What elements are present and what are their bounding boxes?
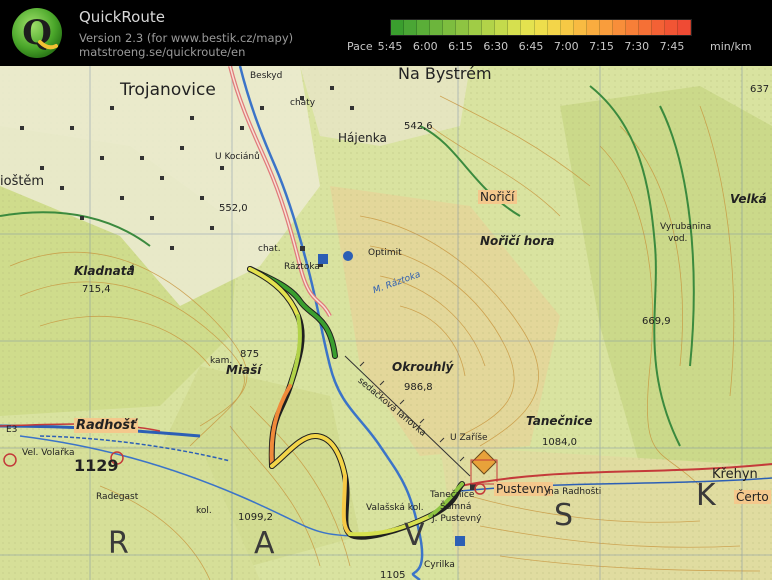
map-label: V bbox=[404, 518, 425, 553]
map-label: Radhošť bbox=[74, 418, 139, 433]
map-label: chat. bbox=[258, 244, 281, 254]
map-label: J. Pustevný bbox=[432, 514, 482, 524]
pace-scale-segment bbox=[651, 20, 665, 35]
map-label: 1105 bbox=[380, 570, 406, 580]
pace-scale-segment bbox=[443, 20, 457, 35]
map-label: Okrouhlý bbox=[392, 360, 454, 374]
pace-tick-label: 6:30 bbox=[483, 40, 509, 53]
map-label: 1099,2 bbox=[238, 512, 273, 523]
map-label: Hájenka bbox=[338, 131, 387, 145]
pace-scale-segment bbox=[521, 20, 535, 35]
map-label: 542,6 bbox=[404, 121, 433, 132]
map-label: Na Bystrém bbox=[398, 66, 492, 83]
pace-tick-label: 6:15 bbox=[448, 40, 473, 53]
map-label: 552,0 bbox=[219, 203, 248, 214]
map-label: Nořičí bbox=[478, 190, 517, 204]
app-title: QuickRoute bbox=[79, 8, 165, 26]
pace-tick-label: 7:00 bbox=[553, 40, 579, 53]
map-label: 1084,0 bbox=[542, 437, 577, 448]
map-label: Radegast bbox=[96, 492, 139, 502]
map-label: Beskyd bbox=[250, 71, 283, 81]
pace-scale-segment bbox=[469, 20, 483, 35]
map-label: Ráztoka bbox=[284, 262, 320, 272]
pace-scale-segment bbox=[508, 20, 522, 35]
pace-scale-segment bbox=[534, 20, 548, 35]
map-label: Trojanovice bbox=[120, 80, 216, 100]
map-label: Tanečnice bbox=[526, 414, 593, 428]
pace-scale-segment bbox=[430, 20, 444, 35]
map-label: kol. bbox=[196, 506, 212, 516]
pace-scale-segment bbox=[599, 20, 613, 35]
map-label: Valašská kol. bbox=[366, 503, 424, 513]
map-label: 669,9 bbox=[642, 316, 671, 327]
pace-scale-segment bbox=[664, 20, 679, 35]
pace-scale-segment bbox=[482, 20, 496, 35]
map-label: S bbox=[554, 498, 574, 533]
pace-scale-segment bbox=[456, 20, 470, 35]
pace-color-scale bbox=[390, 19, 692, 36]
pace-scale-segment bbox=[404, 20, 418, 35]
pace-tick-label: 7:15 bbox=[589, 40, 614, 53]
map-label: 715,4 bbox=[82, 284, 111, 295]
map-label: 1129 bbox=[74, 456, 119, 475]
pace-tick-label: 6:45 bbox=[518, 40, 544, 53]
map-label: 986,8 bbox=[404, 382, 433, 393]
map-label: Miaší bbox=[226, 363, 262, 377]
pace-tick-label: 5:45 bbox=[377, 40, 403, 53]
map-label: Vyrubanina bbox=[660, 222, 712, 232]
map-label: Čerto bbox=[734, 490, 771, 504]
pace-scale-segment bbox=[612, 20, 626, 35]
map-label: A bbox=[254, 526, 275, 561]
map-label: Optimit bbox=[368, 248, 402, 258]
map-label: Tanečnice bbox=[430, 490, 475, 500]
map-label: chaty bbox=[290, 98, 316, 108]
map-label: na Radhošti bbox=[548, 487, 602, 497]
map-label: Cyrilka bbox=[424, 560, 455, 570]
pace-scale-segment bbox=[573, 20, 587, 35]
pace-tick-label: 7:45 bbox=[659, 40, 685, 53]
map-label: U Zaříše bbox=[450, 433, 488, 443]
pace-scale-segment bbox=[638, 20, 652, 35]
url-text: matstroeng.se/quickroute/en bbox=[79, 45, 246, 59]
map-label: R bbox=[108, 526, 129, 561]
pace-scale-segment bbox=[495, 20, 509, 35]
header-bar: Q QuickRoute Version 2.3 (for www.bestik… bbox=[0, 0, 772, 66]
map-label: Nořičí hora bbox=[480, 234, 555, 248]
map-label: vod. bbox=[668, 234, 688, 244]
map-label: 875 bbox=[240, 349, 260, 360]
pace-scale-segment bbox=[391, 20, 405, 35]
pace-scale-segment bbox=[560, 20, 574, 35]
map-label: K bbox=[696, 478, 716, 513]
map-label: U Kociánů bbox=[215, 152, 260, 162]
map-label: Křehyn bbox=[712, 467, 758, 482]
pace-scale-segment bbox=[547, 20, 561, 35]
topo-map[interactable]: Na Bystrém Trojanovice Beskyd chaty 542,… bbox=[0, 66, 772, 580]
pace-unit: min/km bbox=[710, 40, 752, 53]
pace-tick-label: 7:30 bbox=[624, 40, 650, 53]
map-label: Kladnatá bbox=[74, 264, 135, 278]
map-label: ioštěm bbox=[0, 174, 45, 189]
pace-tick-label: 6:00 bbox=[412, 40, 438, 53]
pace-scale-segment bbox=[625, 20, 639, 35]
pace-scale-segment bbox=[417, 20, 431, 35]
map-label: 637 bbox=[750, 84, 770, 95]
quickroute-logo: Q bbox=[12, 8, 62, 58]
map-label: E3 bbox=[6, 425, 18, 435]
pace-scale-segment bbox=[678, 20, 692, 35]
map-label: Šumná bbox=[440, 502, 472, 512]
pace-label: Pace bbox=[347, 40, 373, 53]
map-label: Vel. Volařka bbox=[22, 448, 75, 458]
version-text: Version 2.3 (for www.bestik.cz/mapy) bbox=[79, 31, 294, 45]
map-label: Velká bbox=[730, 192, 767, 206]
map-label: Pustevny bbox=[494, 482, 553, 496]
pace-scale-segment bbox=[586, 20, 600, 35]
